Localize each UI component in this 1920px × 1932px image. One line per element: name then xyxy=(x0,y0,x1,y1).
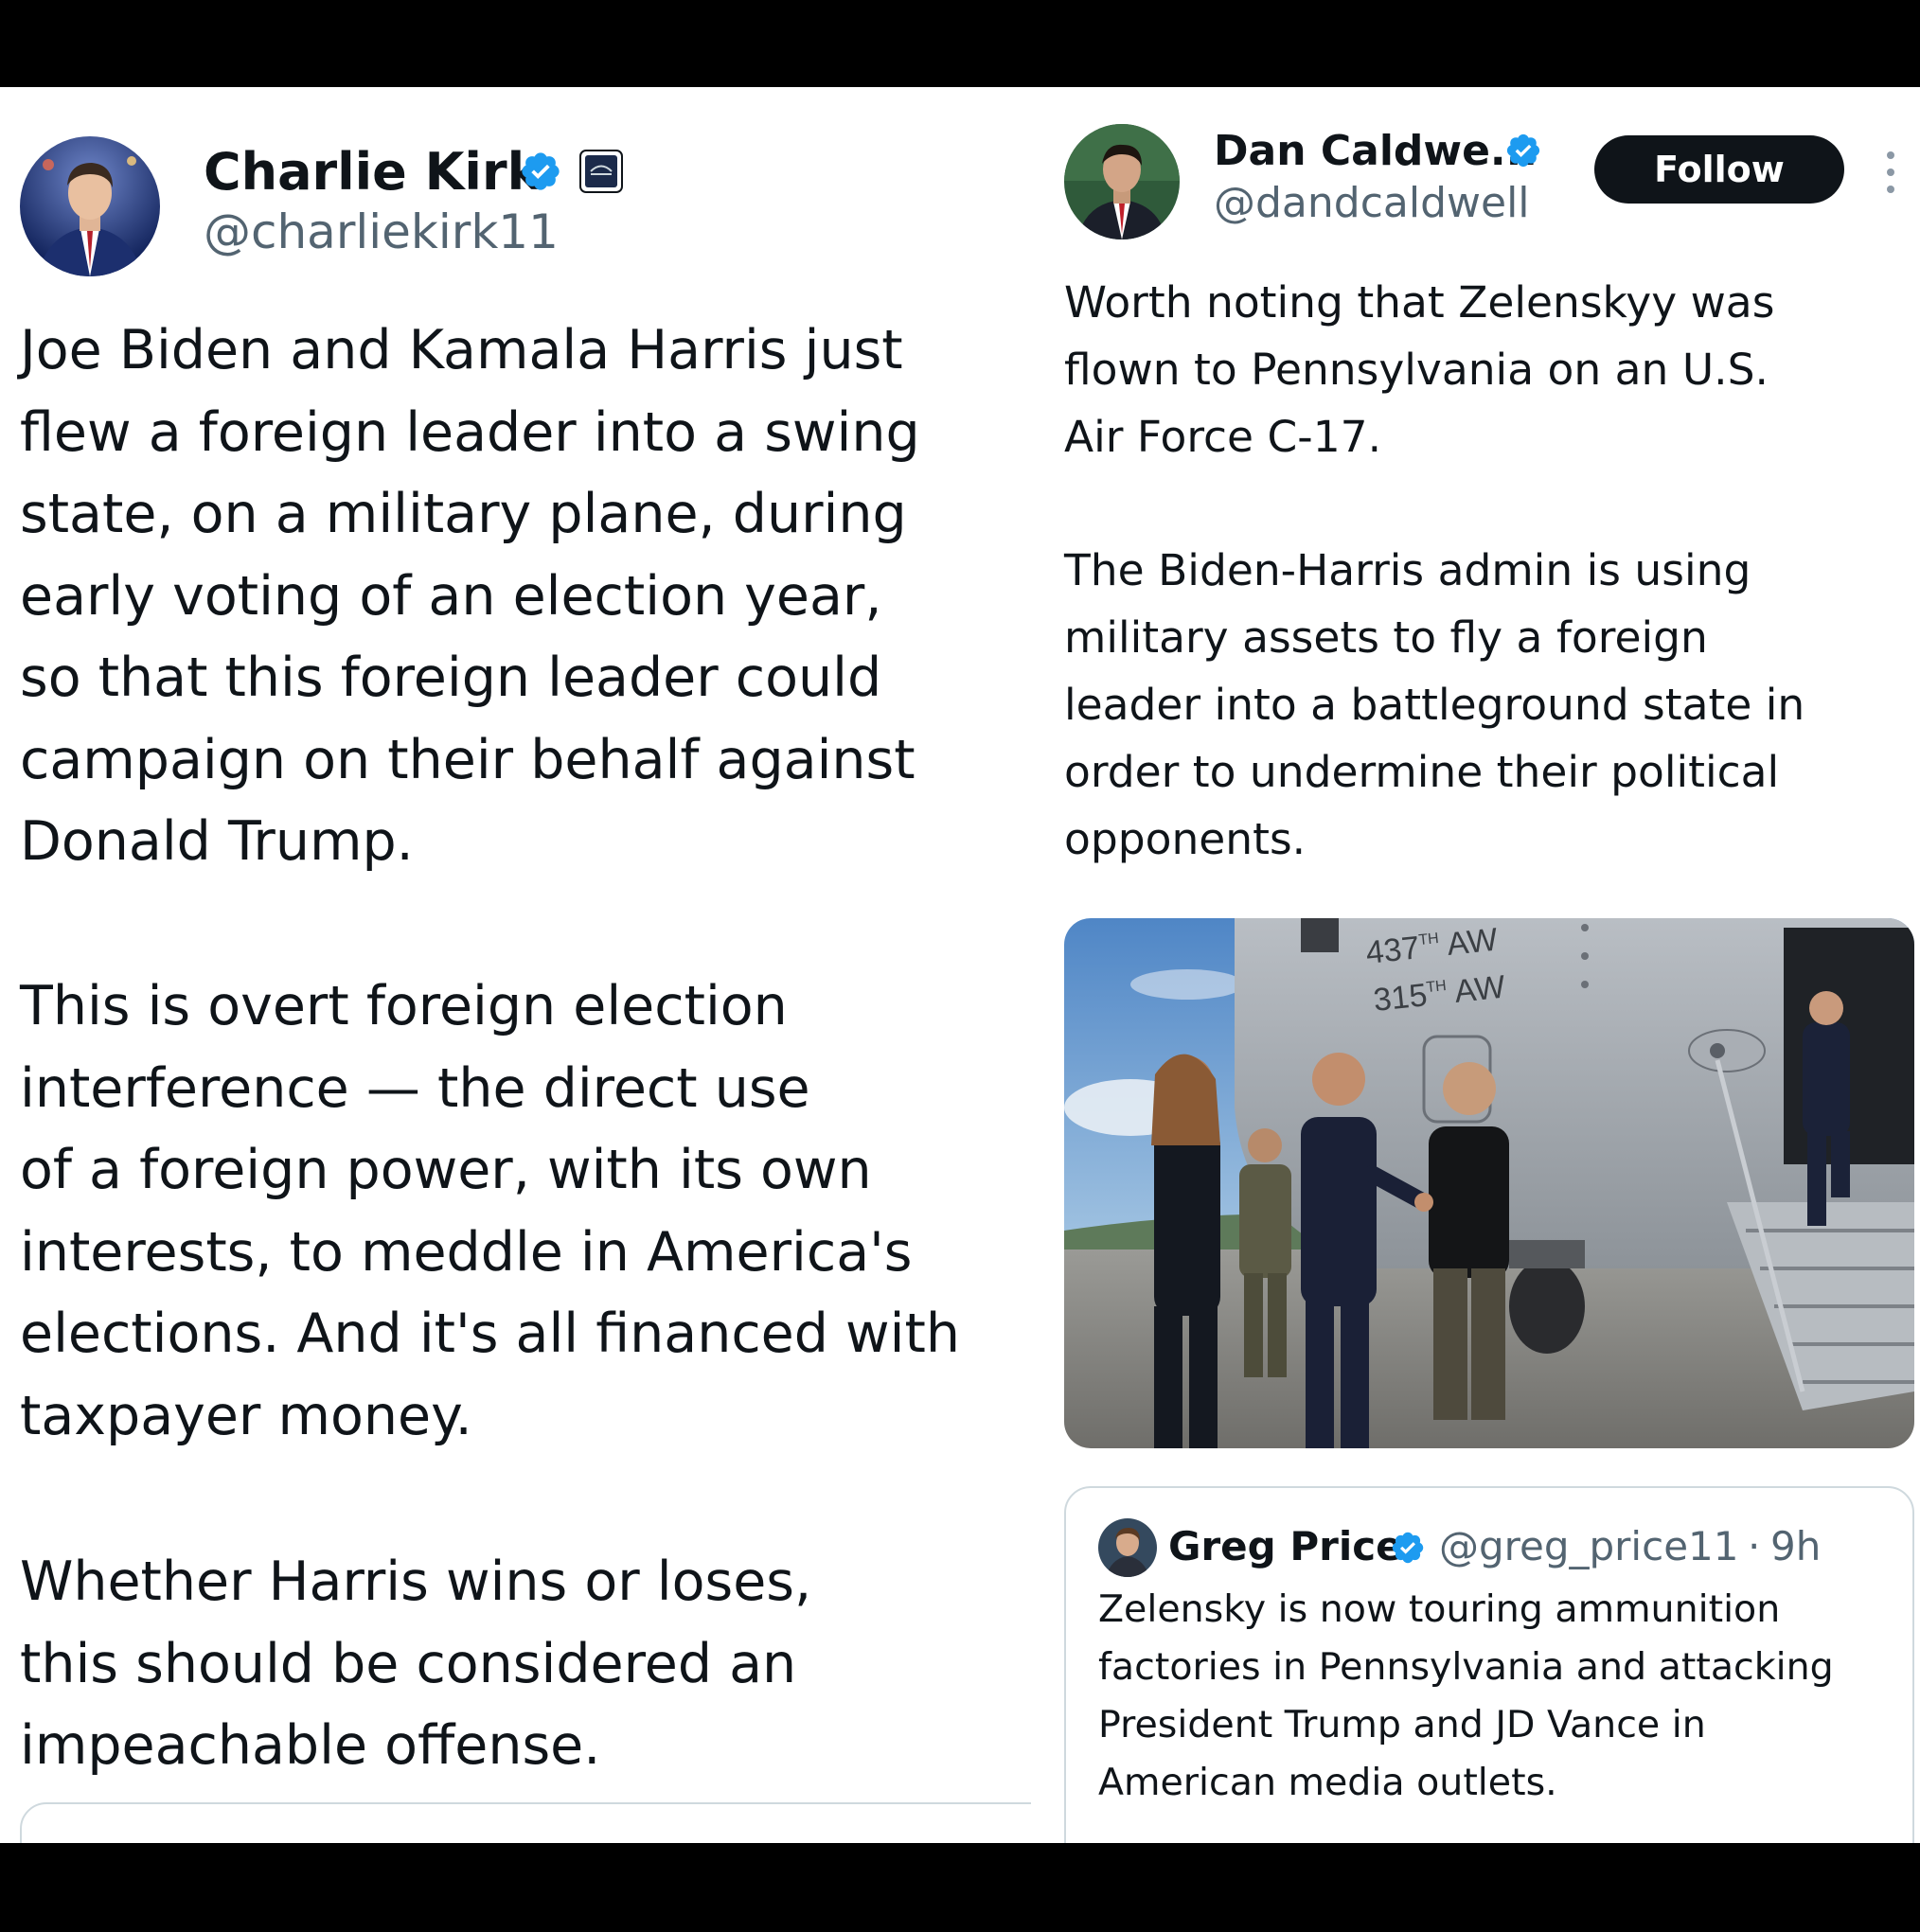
avatar-image xyxy=(20,136,160,276)
quoted-author-handle[interactable]: @greg_price11 xyxy=(1439,1520,1738,1573)
tweet-paragraph-1: Worth noting that Zelenskyy was flown to… xyxy=(1064,277,1775,462)
greg-price-avatar[interactable] xyxy=(1098,1518,1157,1577)
fuselage-sup-2: TH xyxy=(1426,978,1448,996)
affiliate-badge-icon[interactable] xyxy=(579,150,623,193)
tweet-paragraph-2: The Biden-Harris admin is using military… xyxy=(1064,545,1805,864)
fuselage-sup-1: TH xyxy=(1418,931,1440,948)
tweet-paragraph-2: This is overt foreign election interfere… xyxy=(20,975,960,1447)
verified-badge-icon xyxy=(1390,1530,1426,1566)
tweet-paragraph-1: Joe Biden and Kamala Harris just flew a … xyxy=(20,319,920,873)
verified-badge-icon xyxy=(1504,132,1542,169)
right-tweet-panel: Dan Caldwe... @dandcaldwell Follow Worth… xyxy=(1031,87,1920,1843)
dan-caldwell-avatar[interactable] xyxy=(1064,124,1180,239)
author-handle[interactable]: @dandcaldwell xyxy=(1214,178,1530,229)
author-name[interactable]: Dan Caldwe... xyxy=(1214,125,1538,178)
quoted-separator: · xyxy=(1748,1523,1761,1569)
fuselage-unit-2: AW xyxy=(1452,969,1506,1010)
left-tweet-panel: Charlie Kirk @charliekirk11 Joe Biden an… xyxy=(0,87,1031,1843)
charlie-kirk-avatar[interactable] xyxy=(20,136,160,276)
cut-off-card-edge xyxy=(20,1802,1031,1843)
avatar-image xyxy=(1098,1518,1157,1577)
quoted-timestamp[interactable]: 9h xyxy=(1770,1520,1821,1573)
tweet-paragraph-3: Whether Harris wins or loses, this shoul… xyxy=(20,1551,812,1777)
author-name[interactable]: Charlie Kirk xyxy=(204,142,541,203)
verified-badge-icon xyxy=(519,150,562,193)
quoted-tweet-card[interactable]: Greg Price @greg_price11 · 9h Zelensky i… xyxy=(1064,1486,1914,1843)
fuselage-number-2: 315 xyxy=(1372,977,1429,1019)
fuselage-number-1: 437 xyxy=(1364,930,1421,971)
avatar-image xyxy=(1064,124,1180,239)
plane-photo: 437TH AW 315TH AW xyxy=(1064,918,1914,1448)
more-options-icon[interactable] xyxy=(1885,151,1896,193)
quoted-tweet-text: Zelensky is now touring ammunition facto… xyxy=(1098,1587,1834,1804)
fuselage-unit-1: AW xyxy=(1445,922,1499,963)
quoted-author-name[interactable]: Greg Price xyxy=(1168,1520,1403,1573)
author-handle[interactable]: @charliekirk11 xyxy=(204,204,559,260)
follow-button[interactable]: Follow xyxy=(1594,135,1844,204)
tweet-photo[interactable]: 437TH AW 315TH AW xyxy=(1064,918,1914,1448)
